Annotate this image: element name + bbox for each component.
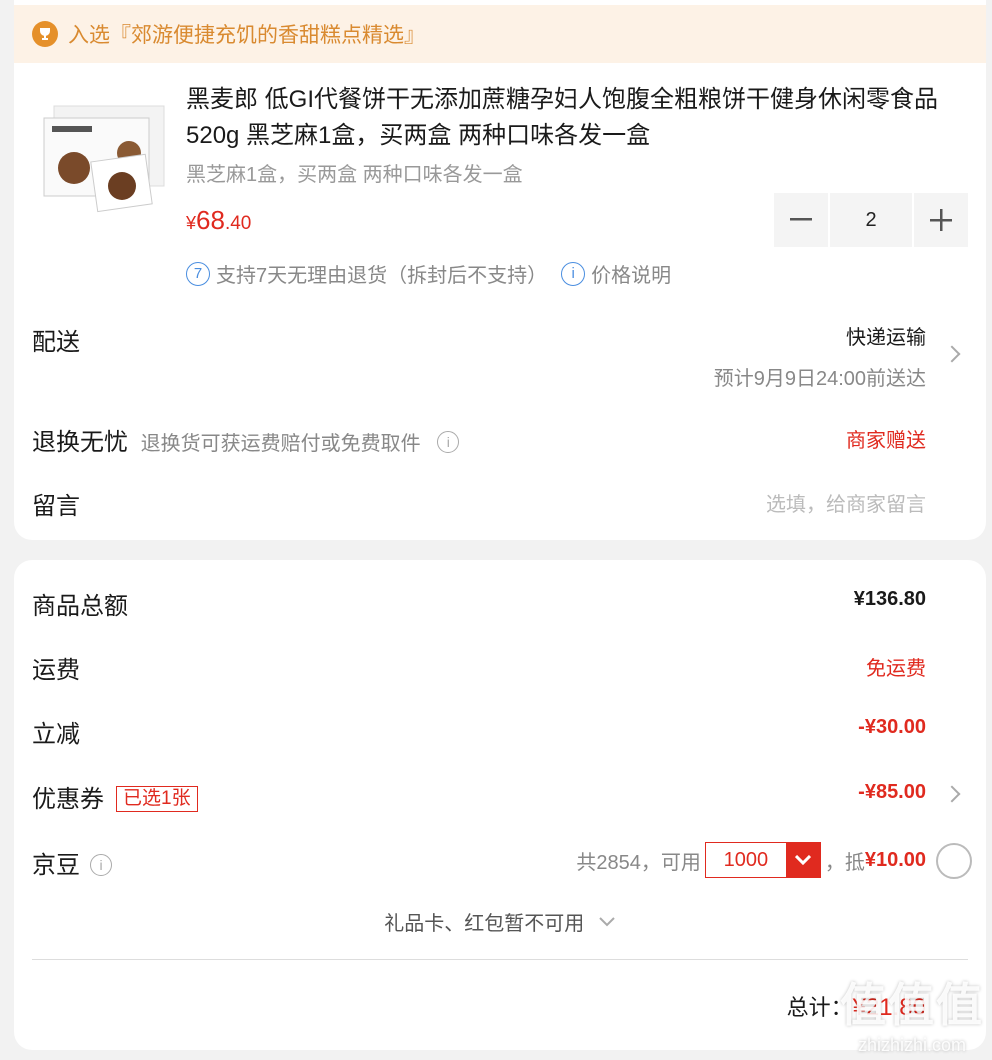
info-icon: i: [561, 261, 586, 286]
delivery-eta[interactable]: 预计9月9日24:00前送达: [714, 362, 926, 391]
beans-row: 京豆 i: [32, 845, 112, 880]
promo-banner[interactable]: 入选『郊游便捷充饥的香甜糕点精选』: [14, 0, 986, 63]
return-policy-text[interactable]: 支持7天无理由退货（拆封后不支持）: [216, 259, 547, 288]
site-watermark: 值值值 zhizhizhi.com: [840, 969, 984, 1056]
product-title[interactable]: 黑麦郎 低GI代餐饼干无添加蔗糖孕妇人饱腹全粗粮饼干健身休闲零食品520g 黑芝…: [186, 82, 966, 154]
shipping-value: 免运费: [866, 658, 926, 680]
order-item-card: 入选『郊游便捷充饥的香甜糕点精选』 黑麦郎 低GI代餐饼干无添加蔗糖孕妇人饱腹全…: [14, 0, 986, 540]
chevron-down-icon: [599, 917, 615, 927]
merchant-gift-badge: 商家赠送: [846, 430, 926, 452]
beans-radio[interactable]: [936, 843, 972, 879]
watermark-logo: 值值值: [840, 979, 984, 1031]
delivery-label: 配送: [32, 329, 80, 356]
chevron-right-icon[interactable]: [943, 345, 961, 363]
subtotal-label: 商品总额: [32, 593, 128, 620]
product-spec[interactable]: 黑芝麻1盒，买两盒 两种口味各发一盒: [186, 158, 523, 187]
price-note-link[interactable]: 价格说明: [591, 259, 671, 288]
coupon-label: 优惠券: [32, 786, 104, 813]
returns-row: 退换无忧 退换货可获运费赔付或免费取件 i: [32, 422, 460, 457]
product-price: ¥68.40: [186, 205, 251, 236]
returns-label: 退换无忧: [32, 429, 128, 456]
price-symbol: ¥: [186, 213, 197, 233]
watermark-url: zhizhizhi.com: [857, 1035, 967, 1055]
message-input[interactable]: 选填，给商家留言: [766, 488, 926, 517]
chevron-right-icon[interactable]: [943, 785, 961, 803]
discount-value: -¥30.00: [858, 716, 926, 738]
info-icon[interactable]: i: [437, 431, 460, 453]
quantity-value[interactable]: 2: [830, 193, 912, 247]
beans-label: 京豆: [32, 852, 80, 879]
coupon-tag: 已选1张: [116, 786, 198, 812]
shipping-label: 运费: [32, 657, 80, 684]
gift-card-note[interactable]: 礼品卡、红包暂不可用: [14, 907, 986, 936]
price-decimal: .40: [224, 213, 252, 234]
quantity-stepper: 2: [774, 193, 968, 247]
delivery-method[interactable]: 快递运输: [846, 321, 926, 350]
beans-value: ¥10.00: [864, 848, 926, 871]
trophy-icon: [32, 21, 58, 47]
coupon-row[interactable]: 优惠券 已选1张: [32, 779, 198, 814]
service-info: 7 支持7天无理由退货（拆封后不支持） i 价格说明: [186, 259, 671, 288]
decrease-button[interactable]: [774, 193, 828, 247]
increase-button[interactable]: [914, 193, 968, 247]
price-integer: 68: [196, 205, 225, 235]
beans-use-value[interactable]: 1000: [706, 843, 786, 877]
beans-controls: 共2854，可用 1000 ，抵 ¥10.00: [576, 842, 926, 878]
gift-card-note-text: 礼品卡、红包暂不可用: [384, 913, 585, 935]
discount-label: 立减: [32, 721, 80, 748]
info-icon[interactable]: i: [90, 854, 112, 876]
beans-select[interactable]: 1000: [704, 842, 821, 878]
coupon-value[interactable]: -¥85.00: [858, 781, 926, 804]
seven-day-icon: 7: [186, 261, 210, 286]
promo-banner-text: 入选『郊游便捷充饥的香甜糕点精选』: [68, 24, 425, 47]
beans-sep: ，抵: [824, 851, 865, 874]
beans-total: 共2854，可用: [576, 851, 701, 874]
product-image[interactable]: [34, 88, 174, 228]
subtotal-value: ¥136.80: [853, 588, 926, 610]
chevron-down-icon[interactable]: [785, 843, 820, 877]
message-label: 留言: [32, 493, 80, 520]
returns-desc: 退换货可获运费赔付或免费取件: [140, 433, 421, 455]
divider: [32, 959, 968, 960]
